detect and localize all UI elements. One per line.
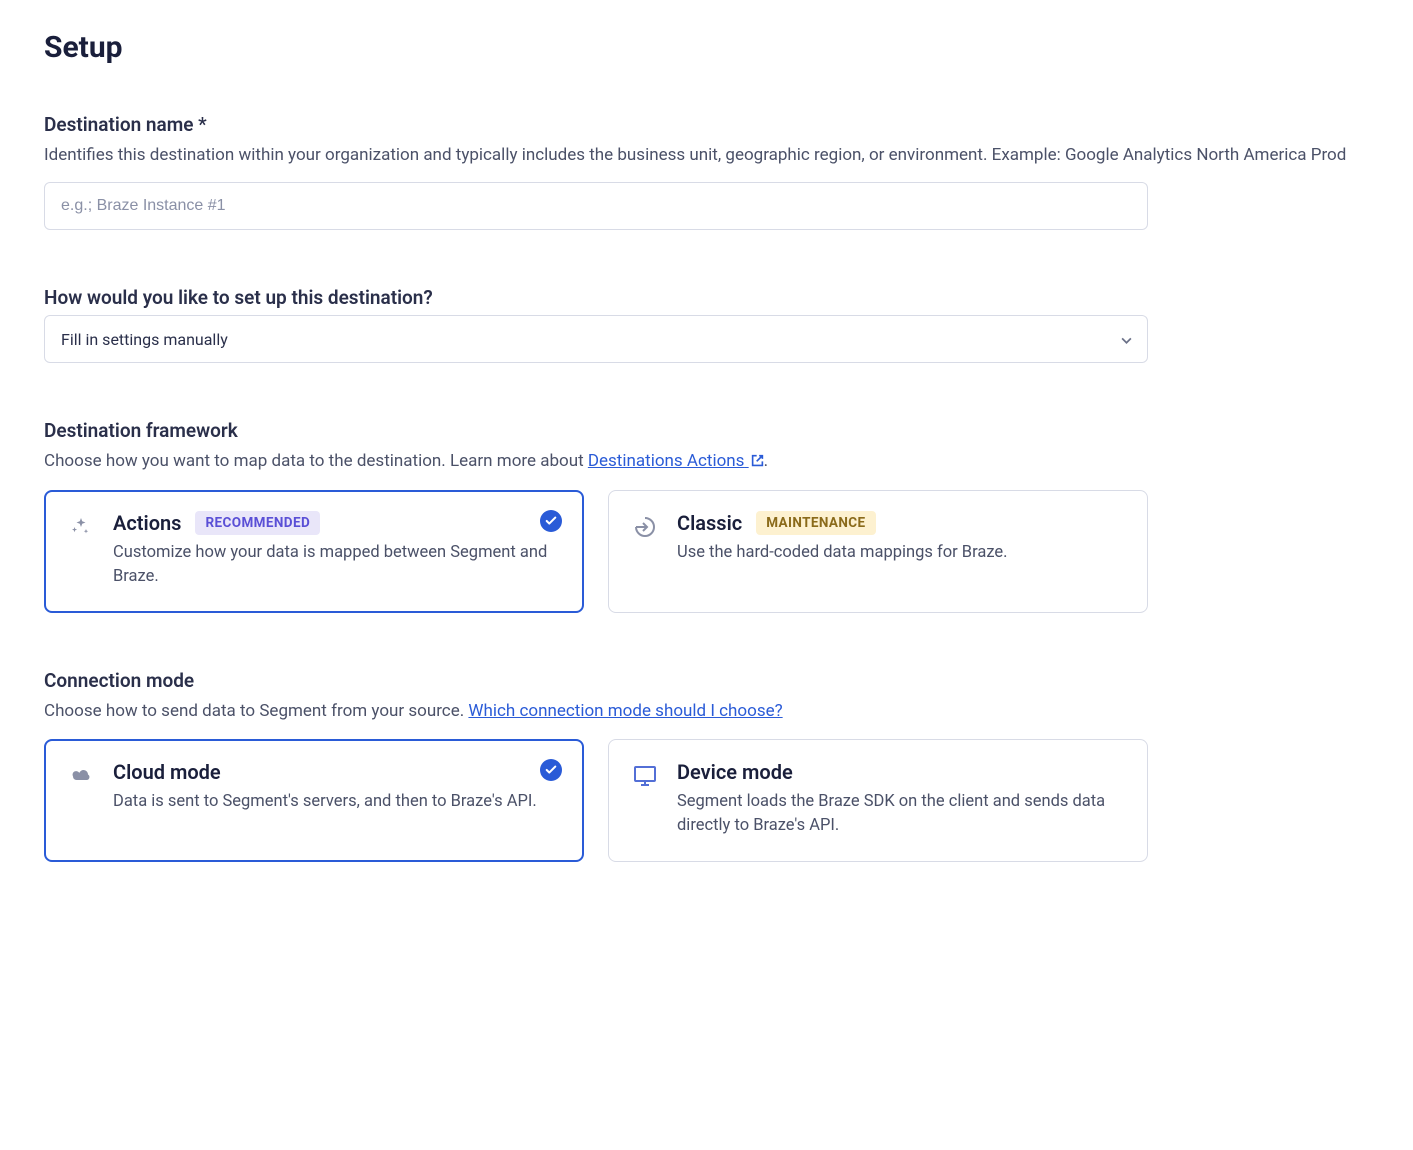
framework-label: Destination framework	[44, 419, 1369, 442]
framework-help-prefix: Choose how you want to map data to the d…	[44, 451, 588, 471]
destination-name-label: Destination name *	[44, 113, 1369, 136]
connection-cloud-title: Cloud mode	[113, 760, 221, 784]
setup-method-section: How would you like to set up this destin…	[44, 286, 1369, 363]
external-link-icon	[751, 449, 764, 475]
connection-help-prefix: Choose how to send data to Segment from …	[44, 701, 468, 721]
framework-classic-title: Classic	[677, 511, 742, 535]
connection-label: Connection mode	[44, 669, 1369, 692]
setup-method-select[interactable]: Fill in settings manually	[44, 315, 1148, 363]
setup-method-label: How would you like to set up this destin…	[44, 286, 1369, 309]
page-title: Setup	[44, 30, 1369, 65]
selected-check-icon	[540, 759, 562, 781]
sparkle-icon	[67, 513, 95, 541]
framework-classic-desc: Use the hard-coded data mappings for Bra…	[677, 541, 1125, 566]
framework-actions-desc: Customize how your data is mapped betwee…	[113, 541, 561, 591]
connection-device-title: Device mode	[677, 760, 793, 784]
connection-option-device[interactable]: Device mode Segment loads the Braze SDK …	[608, 739, 1148, 863]
framework-help: Choose how you want to map data to the d…	[44, 448, 1369, 475]
destination-name-input[interactable]	[44, 182, 1148, 230]
maintenance-badge: MAINTENANCE	[756, 511, 875, 535]
connection-section: Connection mode Choose how to send data …	[44, 669, 1369, 862]
framework-option-actions[interactable]: Actions RECOMMENDED Customize how your d…	[44, 490, 584, 614]
destinations-actions-link[interactable]: Destinations Actions	[588, 451, 764, 471]
monitor-icon	[631, 762, 659, 790]
framework-option-classic[interactable]: Classic MAINTENANCE Use the hard-coded d…	[608, 490, 1148, 614]
setup-method-selected-value: Fill in settings manually	[61, 330, 228, 349]
connection-cloud-desc: Data is sent to Segment's servers, and t…	[113, 790, 561, 815]
destination-name-section: Destination name * Identifies this desti…	[44, 113, 1369, 230]
recommended-badge: RECOMMENDED	[195, 511, 320, 535]
destination-name-help: Identifies this destination within your …	[44, 142, 1369, 168]
connection-option-cloud[interactable]: Cloud mode Data is sent to Segment's ser…	[44, 739, 584, 863]
framework-help-suffix: .	[764, 451, 768, 471]
framework-section: Destination framework Choose how you wan…	[44, 419, 1369, 613]
framework-actions-title: Actions	[113, 511, 181, 535]
connection-help: Choose how to send data to Segment from …	[44, 698, 1369, 724]
connection-device-desc: Segment loads the Braze SDK on the clien…	[677, 790, 1125, 840]
arrow-in-circle-icon	[631, 513, 659, 541]
connection-mode-link[interactable]: Which connection mode should I choose?	[468, 701, 782, 721]
cloud-icon	[67, 762, 95, 790]
selected-check-icon	[540, 510, 562, 532]
